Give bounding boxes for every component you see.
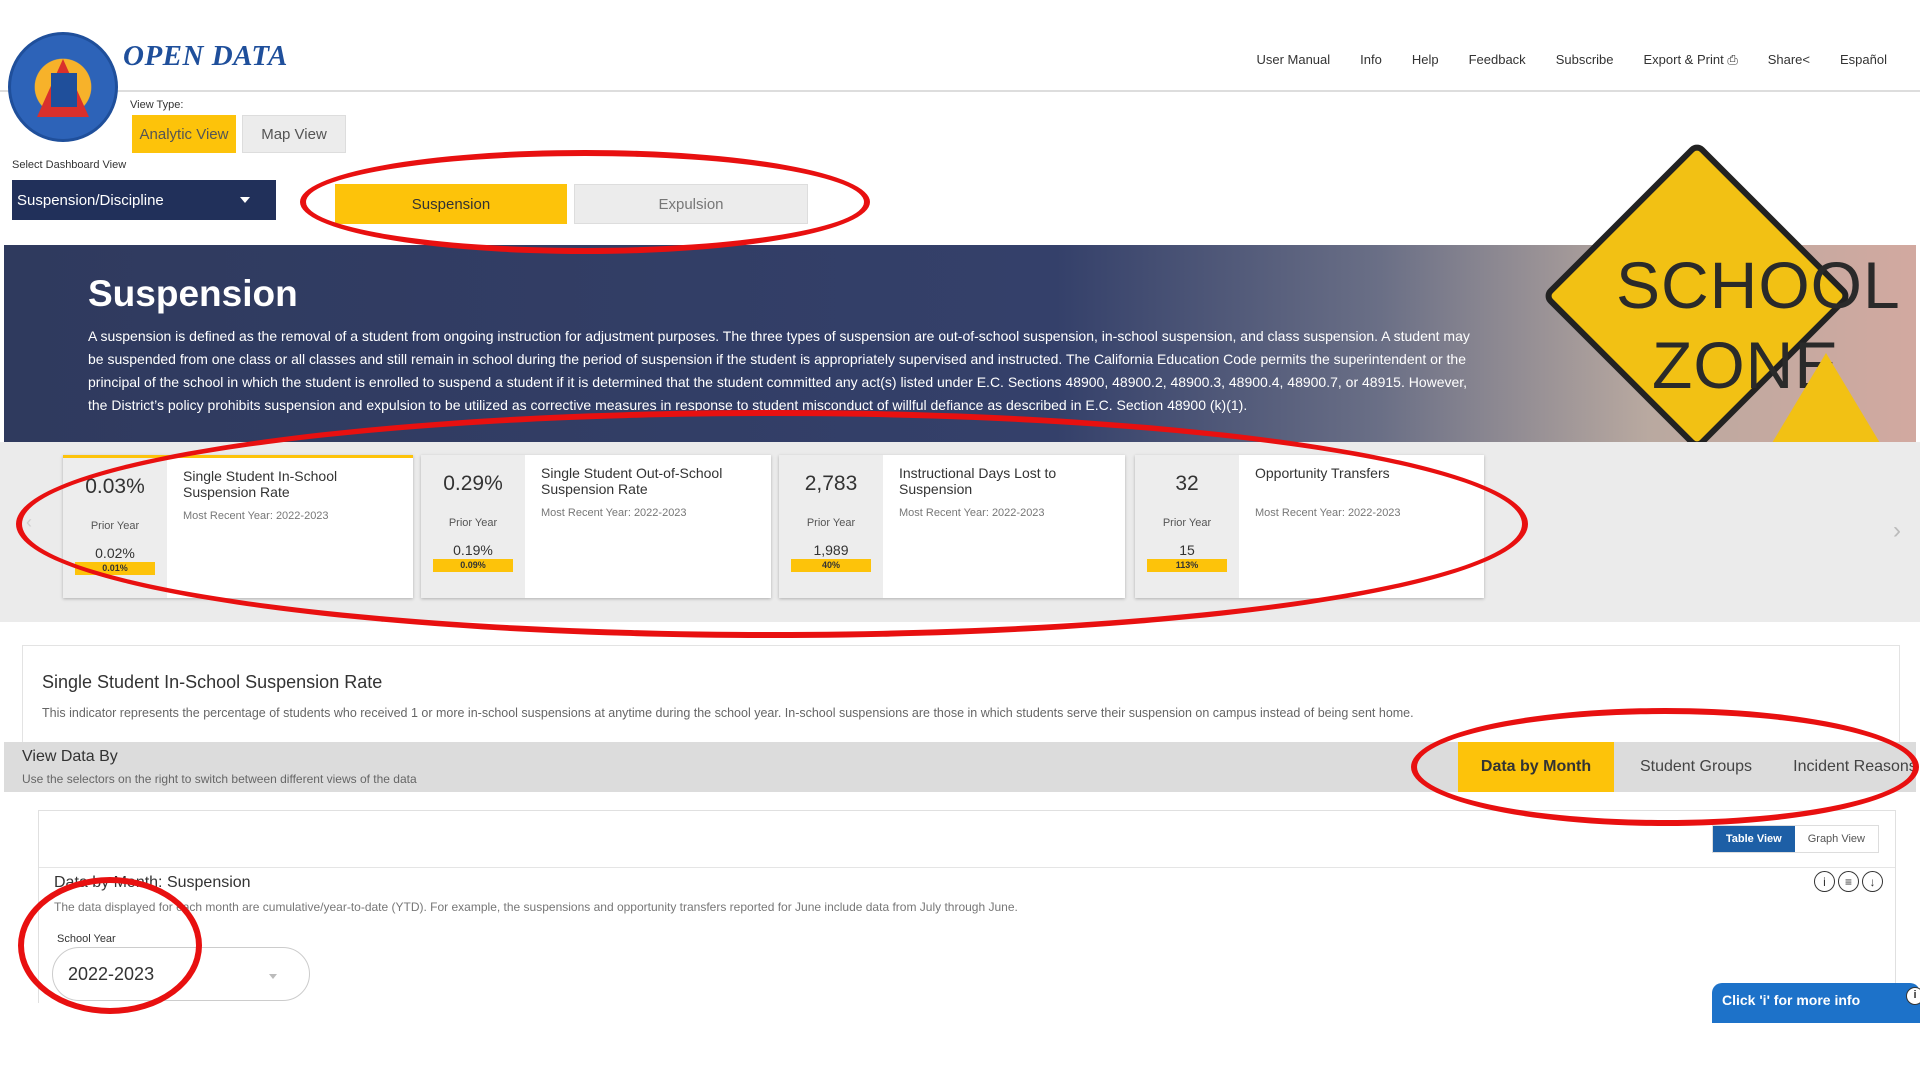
view-data-by-bar: View Data By Use the selectors on the ri… [4,742,1917,792]
kpi-name: Single Student In-School Suspension Rate [183,468,338,500]
page-bottom-whitespace [0,1003,1920,1080]
indicator-title: Single Student In-School Suspension Rate [42,672,383,692]
info-icon: i [1906,987,1920,1005]
top-navigation: User Manual Info Help Feedback Subscribe… [1241,52,1902,68]
header-bar: OPEN DATA User Manual Info Help Feedback… [0,0,1920,92]
view-type-label: View Type: [130,99,184,111]
download-icon[interactable]: ↓ [1862,871,1883,892]
kpi-card-opportunity-transfers[interactable]: 32 Prior Year 15 113% Opportunity Transf… [1135,455,1484,598]
district-logo[interactable] [8,32,118,142]
nav-help[interactable]: Help [1397,52,1454,68]
kpi-prior-label: Prior Year [806,517,856,529]
nav-export-print-label: Export & Print [1643,52,1724,67]
kpi-year: Most Recent Year: 2022-2023 [541,507,687,519]
analytic-view-button[interactable]: Analytic View [132,115,236,153]
map-view-button[interactable]: Map View [242,115,346,153]
view-data-by-title: View Data By [22,748,118,765]
kpi-prior-value: 0.19% [453,542,493,558]
kpi-name: Single Student Out-of-School Suspension … [541,465,723,497]
chevron-right-icon[interactable]: › [1882,516,1912,546]
nav-share-label: Share [1767,52,1803,67]
tab-data-by-month[interactable]: Data by Month [1458,742,1614,792]
kpi-prior-value: 15 [1179,542,1195,558]
table-view-button[interactable]: Table View [1712,826,1795,852]
pedestrian-sign-icon [1772,353,1880,443]
kpi-prior-label: Prior Year [1162,517,1212,529]
kpi-prior-label: Prior Year [448,517,498,529]
panel-divider [39,867,1895,868]
indicator-description: This indicator represents the percentage… [42,706,1414,720]
printer-icon: ⎙ [1723,52,1738,67]
view-data-by-description: Use the selectors on the right to switch… [22,772,417,786]
nav-feedback[interactable]: Feedback [1454,52,1541,68]
school-year-select[interactable]: 2022-2023 [52,947,310,1001]
nav-user-manual[interactable]: User Manual [1241,52,1345,68]
kpi-change-badge: 40% [791,559,871,572]
kpi-name: Opportunity Transfers [1255,465,1390,481]
tab-expulsion[interactable]: Expulsion [574,184,808,224]
kpi-value: 0.29% [443,472,503,495]
caret-down-icon [240,197,250,203]
tab-incident-reasons[interactable]: Incident Reasons [1780,742,1920,792]
graph-view-button[interactable]: Graph View [1794,826,1878,852]
sign-text-line1: SCHOOL [1616,248,1901,322]
share-icon: < [1802,52,1811,67]
school-year-label: School Year [57,933,116,945]
data-panel: Table View Graph View Data by Month: Sus… [38,810,1896,1010]
kpi-prior-value: 1,989 [813,542,849,558]
nav-info[interactable]: Info [1345,52,1397,68]
kpi-value: 0.03% [85,475,145,498]
logo-emblem-inner [51,73,77,107]
info-icon[interactable]: i [1814,871,1835,892]
indicator-card: Single Student In-School Suspension Rate… [22,645,1900,743]
nav-subscribe[interactable]: Subscribe [1541,52,1629,68]
kpi-change-badge: 0.01% [75,562,155,575]
kpi-year: Most Recent Year: 2022-2023 [899,507,1045,519]
kpi-year: Most Recent Year: 2022-2023 [1255,507,1401,519]
tab-suspension[interactable]: Suspension [335,184,567,224]
dashboard-select-value: Suspension/Discipline [17,191,164,209]
more-info-pill[interactable]: Click 'i' for more info i [1712,983,1920,1023]
brand-title: OPEN DATA [123,40,288,72]
nav-espanol[interactable]: Español [1825,52,1902,68]
kpi-value: 2,783 [804,472,858,495]
nav-export-print[interactable]: Export & Print ⎙ [1629,52,1753,68]
more-info-label: Click 'i' for more info [1722,992,1861,1008]
kpi-year: Most Recent Year: 2022-2023 [183,510,329,522]
school-zone-sign-image: SCHOOL ZONE [1541,140,1900,452]
kpi-prior-label: Prior Year [90,520,140,532]
kpi-card-in-school-suspension[interactable]: 0.03% Prior Year 0.02% 0.01% Single Stud… [63,455,413,598]
kpi-prior-value: 0.02% [95,545,135,561]
kpi-change-badge: 113% [1147,559,1227,572]
dashboard-select-label: Select Dashboard View [12,159,127,171]
view-toggle: Table View Graph View [1711,825,1879,853]
panel-actions: i ≡ ↓ [1814,871,1883,892]
nav-share[interactable]: Share< [1753,52,1825,68]
chevron-left-icon[interactable]: ‹ [26,512,32,533]
hero-banner: Suspension A suspension is defined as th… [4,140,1916,452]
kpi-card-out-of-school-suspension[interactable]: 0.29% Prior Year 0.19% 0.09% Single Stud… [421,455,771,598]
dashboard-select[interactable]: Suspension/Discipline [12,180,276,220]
caret-down-icon [269,974,277,979]
tab-student-groups[interactable]: Student Groups [1620,742,1772,792]
kpi-card-instructional-days-lost[interactable]: 2,783 Prior Year 1,989 40% Instructional… [779,455,1125,598]
kpi-name: Instructional Days Lost to Suspension [899,465,1057,497]
panel-description: The data displayed for each month are cu… [54,900,1018,914]
hero-description: A suspension is defined as the removal o… [88,328,1470,413]
kpi-value: 32 [1175,472,1199,495]
hero-title: Suspension [88,273,298,314]
filter-icon[interactable]: ≡ [1838,871,1859,892]
school-year-value: 2022-2023 [68,963,155,984]
panel-title: Data by Month: Suspension [54,874,251,891]
kpi-change-badge: 0.09% [433,559,513,572]
